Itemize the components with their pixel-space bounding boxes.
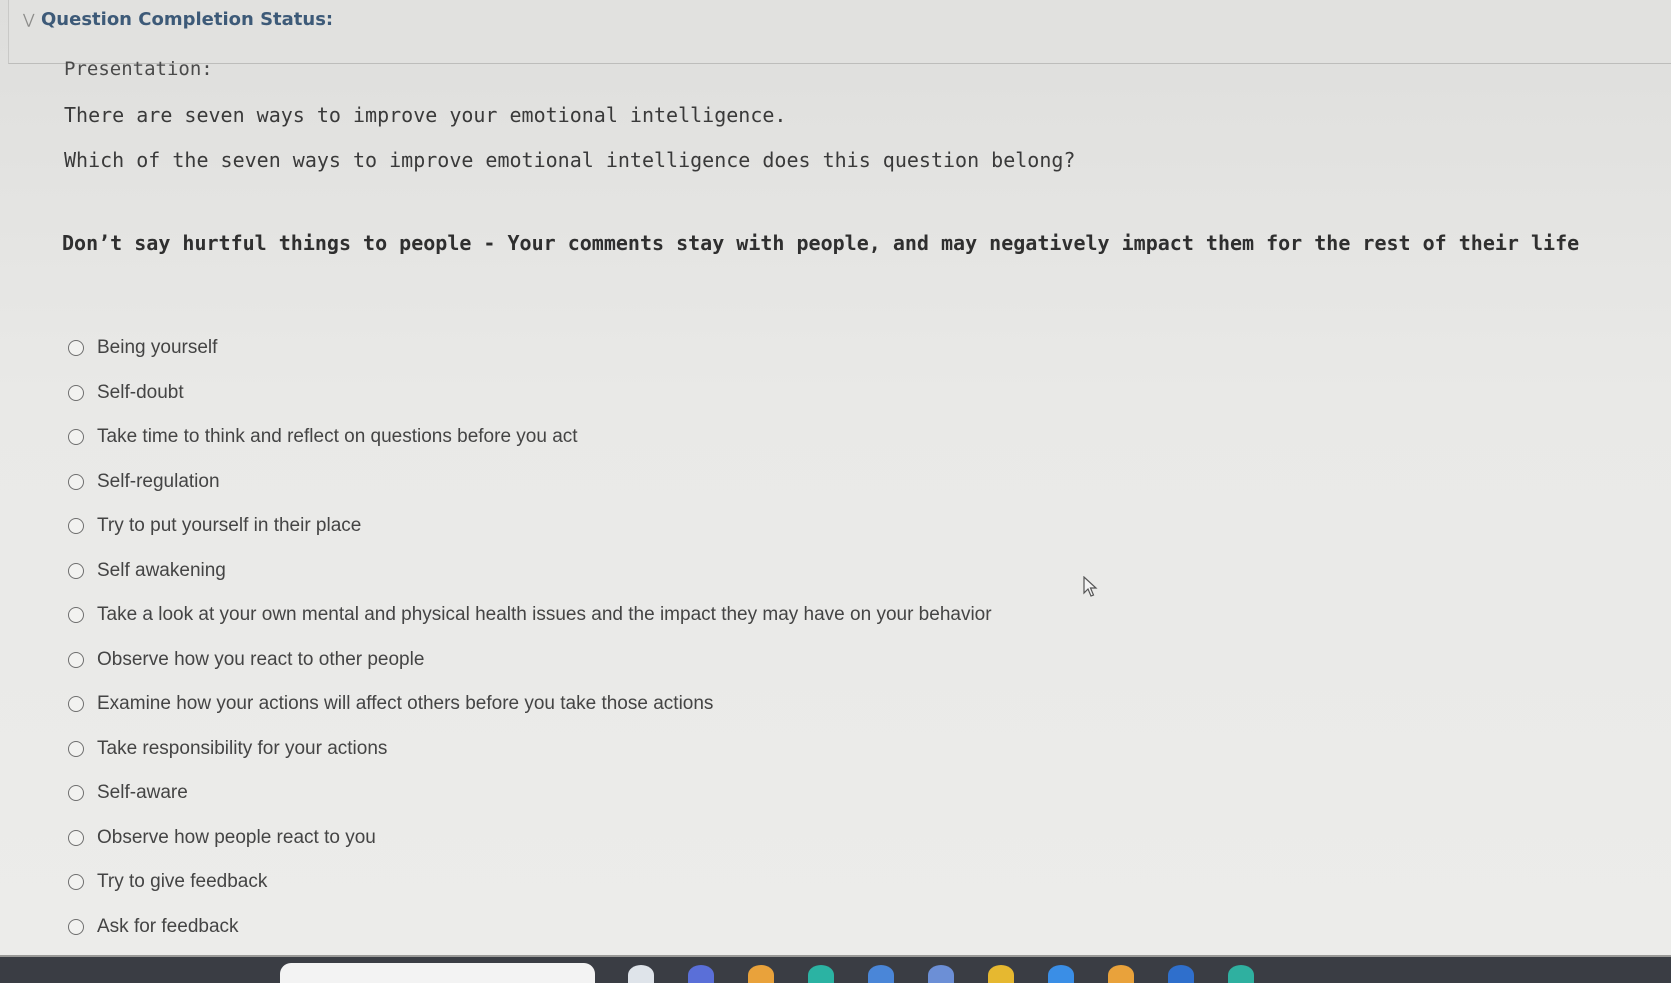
question-ask: Which of the seven ways to improve emoti… [64, 148, 1076, 172]
calculator-icon[interactable] [868, 965, 894, 983]
chevron-down-icon[interactable]: ⋁ [23, 11, 34, 28]
page: ⋁ Question Completion Status: Presentati… [0, 0, 1671, 983]
status-title: Question Completion Status: [41, 9, 334, 30]
edge-icon[interactable] [808, 965, 834, 983]
answer-option[interactable]: Self awakening [68, 549, 992, 594]
option-label[interactable]: Self-aware [97, 782, 188, 804]
answer-option[interactable]: Self-regulation [68, 460, 992, 505]
option-label[interactable]: Take responsibility for your actions [97, 738, 387, 760]
edge-dev-icon[interactable] [1228, 965, 1254, 983]
answer-option[interactable]: Observe how you react to other people [68, 638, 992, 683]
browser-icon[interactable] [688, 965, 714, 983]
option-label[interactable]: Being yourself [97, 337, 217, 359]
mail-icon[interactable] [628, 965, 654, 983]
radio-button[interactable] [68, 607, 84, 624]
option-label[interactable]: Self-regulation [97, 471, 220, 493]
radio-button[interactable] [68, 874, 84, 891]
option-label[interactable]: Ask for feedback [97, 916, 239, 938]
radio-button[interactable] [68, 473, 84, 490]
presentation-label: Presentation: [64, 58, 213, 80]
answer-option[interactable]: Observe how people react to you [68, 816, 992, 861]
radio-button[interactable] [68, 829, 84, 846]
answer-option[interactable]: Examine how your actions will affect oth… [68, 682, 992, 727]
answer-option[interactable]: Try to give feedback [68, 860, 992, 905]
radio-button[interactable] [68, 384, 84, 401]
chrome-icon[interactable] [988, 965, 1014, 983]
taskbar [0, 955, 1671, 983]
word-icon[interactable] [1168, 965, 1194, 983]
chat-icon[interactable] [928, 965, 954, 983]
option-label[interactable]: Take a look at your own mental and physi… [97, 604, 992, 626]
answer-option[interactable]: Take responsibility for your actions [68, 727, 992, 772]
answer-option[interactable]: Try to put yourself in their place [68, 504, 992, 549]
radio-button[interactable] [68, 696, 84, 713]
answer-option[interactable]: Self-aware [68, 771, 992, 816]
mouse-cursor-icon [1083, 576, 1098, 597]
option-label[interactable]: Self-doubt [97, 382, 184, 404]
option-label[interactable]: Take time to think and reflect on questi… [97, 426, 578, 448]
radio-button[interactable] [68, 429, 84, 446]
answer-option[interactable]: Take time to think and reflect on questi… [68, 415, 992, 460]
folder-icon[interactable] [748, 965, 774, 983]
option-label[interactable]: Observe how people react to you [97, 827, 376, 849]
option-label[interactable]: Try to put yourself in their place [97, 515, 361, 537]
radio-button[interactable] [68, 918, 84, 935]
question-completion-status-header[interactable]: ⋁ Question Completion Status: [8, 0, 1671, 64]
radio-button[interactable] [68, 518, 84, 535]
radio-button[interactable] [68, 340, 84, 357]
question-intro: There are seven ways to improve your emo… [64, 103, 787, 127]
answer-option[interactable]: Being yourself [68, 326, 992, 371]
question-prompt: Don’t say hurtful things to people - You… [62, 231, 1580, 255]
taskbar-search-box[interactable] [280, 963, 595, 983]
answer-option[interactable]: Self-doubt [68, 371, 992, 416]
answer-option[interactable]: Take a look at your own mental and physi… [68, 593, 992, 638]
radio-button[interactable] [68, 651, 84, 668]
answer-options: Being yourself Self-doubt Take time to t… [68, 326, 992, 949]
option-label[interactable]: Examine how your actions will affect oth… [97, 693, 713, 715]
radio-button[interactable] [68, 740, 84, 757]
radio-button[interactable] [68, 562, 84, 579]
option-label[interactable]: Observe how you react to other people [97, 649, 424, 671]
radio-button[interactable] [68, 785, 84, 802]
option-label[interactable]: Self awakening [97, 560, 226, 582]
photos-icon[interactable] [1108, 965, 1134, 983]
option-label[interactable]: Try to give feedback [97, 871, 267, 893]
store-icon[interactable] [1048, 965, 1074, 983]
answer-option[interactable]: Ask for feedback [68, 905, 992, 950]
